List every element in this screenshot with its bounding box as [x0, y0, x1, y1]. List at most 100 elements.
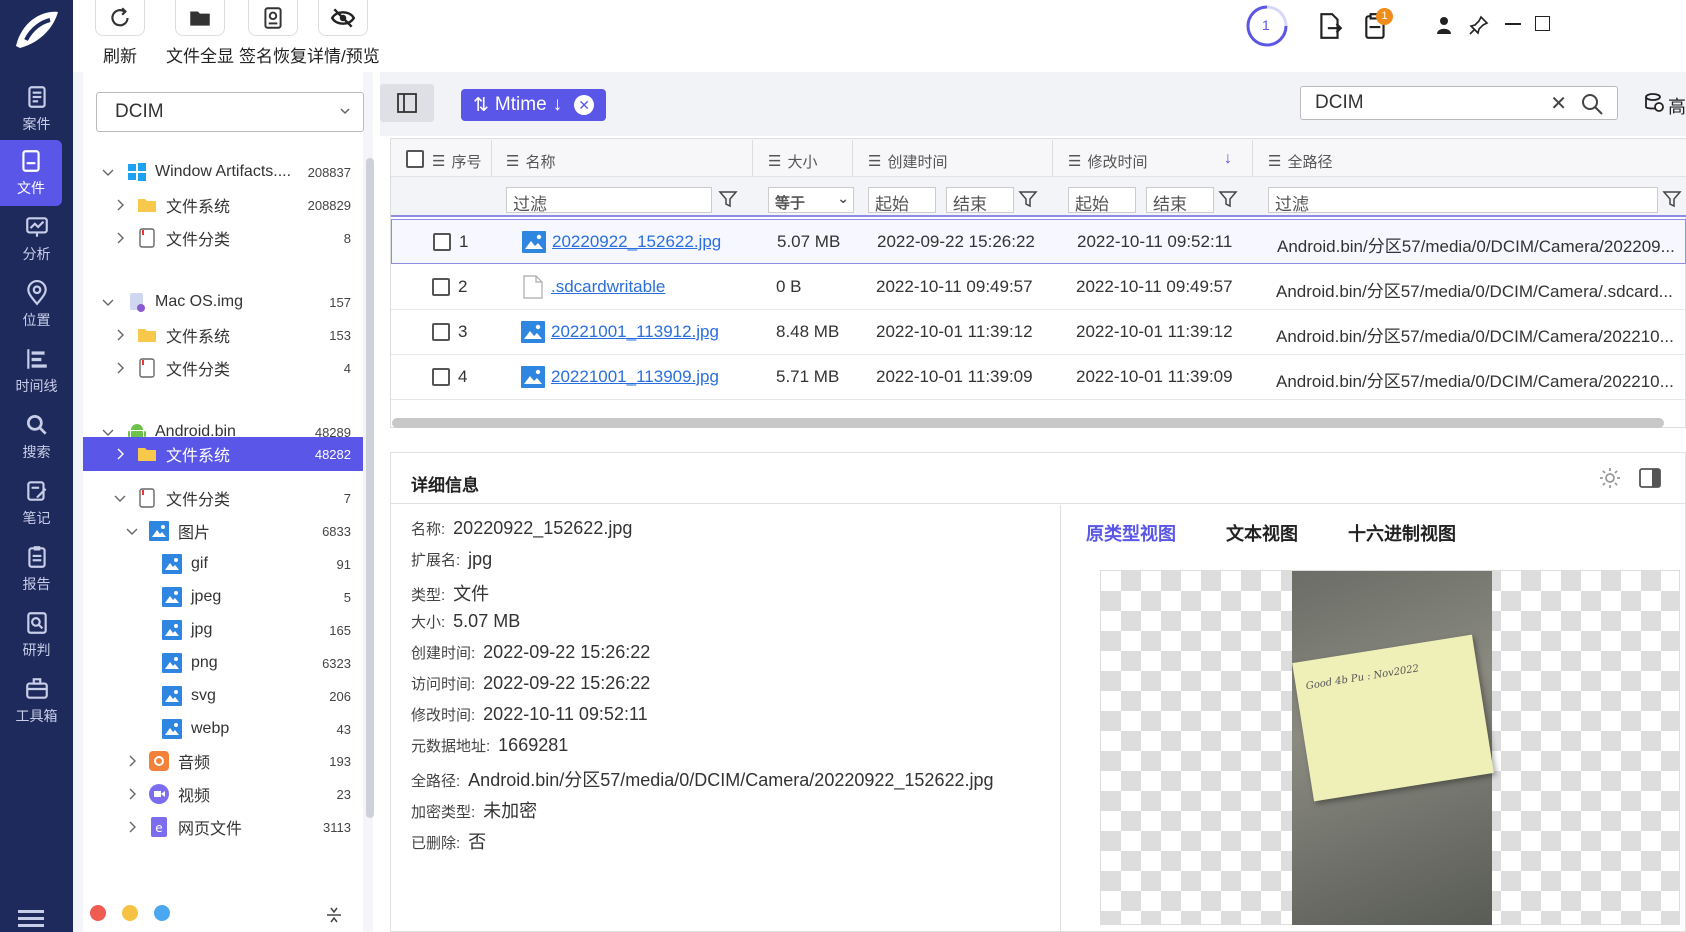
- tree-node-svg[interactable]: svg 206: [83, 679, 363, 713]
- nav-toolbox[interactable]: 工具箱: [0, 668, 73, 734]
- table-row[interactable]: 4 20221001_113909.jpg 5.71 MB 2022-10-01…: [391, 355, 1686, 400]
- tree-node-video[interactable]: 视频 23: [83, 777, 363, 811]
- tree-node-gif[interactable]: gif 91: [83, 547, 363, 581]
- col-header-created[interactable]: ☰ 创建时间: [868, 146, 947, 176]
- clear-icon[interactable]: ✕: [1550, 91, 1567, 116]
- refresh-icon: [111, 6, 129, 26]
- col-header-size[interactable]: ☰ 大小: [768, 146, 817, 176]
- row-checkbox[interactable]: [433, 233, 451, 251]
- table-horizontal-scrollbar[interactable]: [392, 418, 1664, 428]
- tree-node-file-category[interactable]: 文件分类 7: [83, 481, 363, 515]
- advanced-search-icon[interactable]: [1644, 92, 1666, 114]
- status-dot-blue: [154, 905, 170, 921]
- source-dropdown[interactable]: DCIM: [96, 92, 364, 132]
- tree-node-count: 193: [329, 753, 351, 769]
- remove-sort-icon[interactable]: ✕: [574, 95, 595, 115]
- size-operator-select[interactable]: 等于 ⌄: [768, 187, 854, 213]
- signature-recovery-button[interactable]: 签名恢复: [239, 0, 307, 67]
- select-all-checkbox[interactable]: [406, 150, 424, 168]
- nav-note[interactable]: 笔记: [0, 470, 73, 536]
- row-created: 2022-10-11 09:49:57: [876, 277, 1033, 296]
- col-header-path[interactable]: ☰ 全路径: [1268, 146, 1332, 176]
- search-input[interactable]: DCIM ✕: [1300, 86, 1618, 120]
- row-size: 8.48 MB: [776, 322, 840, 341]
- row-modified: 2022-10-11 09:52:11: [1077, 232, 1233, 251]
- show-all-files-button[interactable]: 文件全显: [166, 0, 234, 67]
- refresh-button[interactable]: 刷新: [95, 0, 145, 67]
- nav-report[interactable]: 报告: [0, 536, 73, 602]
- row-name-link[interactable]: 20221001_113912.jpg: [551, 322, 719, 342]
- tree-node-web-files[interactable]: e 网页文件 3113: [83, 810, 363, 844]
- col-header-name[interactable]: ☰ 名称: [506, 146, 555, 176]
- tree-node-label: 文件分类: [166, 492, 231, 509]
- created-start-input[interactable]: 起始: [868, 187, 936, 214]
- path-filter-input[interactable]: 过滤: [1268, 187, 1658, 214]
- maximize-button[interactable]: [1535, 16, 1550, 31]
- row-name-link[interactable]: .sdcardwritable: [551, 277, 665, 297]
- nav-analysis[interactable]: 分析: [0, 206, 73, 272]
- col-header-modified[interactable]: ☰ 修改时间: [1068, 146, 1147, 176]
- tree-node-file-category[interactable]: 文件分类 4: [83, 351, 363, 385]
- row-name-link[interactable]: 20221001_113909.jpg: [551, 367, 719, 387]
- table-row[interactable]: 1 20220922_152622.jpg 5.07 MB 2022-09-22…: [391, 219, 1686, 264]
- pin-icon[interactable]: [1469, 15, 1489, 35]
- collapse-icon[interactable]: [326, 906, 342, 924]
- nav-case[interactable]: 案件: [0, 76, 73, 142]
- chevron-down-icon: [126, 528, 138, 535]
- detail-preview-button[interactable]: 详情/预览: [307, 0, 380, 67]
- modified-end-input[interactable]: 结束: [1146, 187, 1214, 214]
- table-row[interactable]: 3 20221001_113912.jpg 8.48 MB 2022-10-01…: [391, 310, 1686, 355]
- search-icon[interactable]: [1581, 93, 1603, 115]
- tree-node-jpeg[interactable]: jpeg 5: [83, 580, 363, 614]
- nav-file[interactable]: 文件: [0, 140, 62, 206]
- tree-node-count: 6323: [322, 655, 351, 671]
- tab-hex-view[interactable]: 十六进制视图: [1348, 520, 1456, 546]
- col-header-index[interactable]: ☰ 序号: [432, 146, 481, 176]
- tree-node-file-category[interactable]: 文件分类 8: [83, 221, 363, 255]
- name-filter-input[interactable]: 过滤: [506, 187, 712, 214]
- sort-chip[interactable]: ⇅ Mtime ↓ ✕: [461, 89, 607, 121]
- row-checkbox[interactable]: [432, 368, 450, 386]
- gear-icon[interactable]: [1598, 466, 1622, 490]
- tree-node-windows-artifacts[interactable]: Window Artifacts.... 208837: [83, 155, 363, 189]
- nav-search[interactable]: 搜索: [0, 404, 73, 470]
- table-row[interactable]: 2 .sdcardwritable 0 B 2022-10-11 09:49:5…: [391, 265, 1686, 310]
- tab-text-view[interactable]: 文本视图: [1226, 520, 1298, 546]
- tree-node-macos[interactable]: Mac OS.img 157: [83, 285, 363, 319]
- tree-node-count: 23: [336, 786, 351, 802]
- tree-node-label: 图片: [178, 525, 211, 542]
- tree-node-jpg[interactable]: jpg 165: [83, 613, 363, 647]
- filter-icon[interactable]: [1662, 189, 1682, 209]
- tree-node-png[interactable]: png 6323: [83, 646, 363, 680]
- filter-icon[interactable]: [718, 189, 738, 209]
- nav-judge[interactable]: 研判: [0, 602, 73, 668]
- row-name-link[interactable]: 20220922_152622.jpg: [552, 232, 721, 252]
- panel-toggle-icon[interactable]: [1638, 466, 1662, 490]
- row-checkbox[interactable]: [432, 278, 450, 296]
- view-toggle-button[interactable]: [380, 84, 434, 122]
- detail-field-deleted: 已删除: 否: [411, 832, 487, 852]
- row-checkbox[interactable]: [432, 323, 450, 341]
- tree-node-filesystem-selected[interactable]: 文件系统 48282: [83, 437, 363, 471]
- tree-node-images[interactable]: 图片 6833: [83, 514, 363, 548]
- minimize-button[interactable]: [1505, 23, 1521, 25]
- user-icon[interactable]: [1436, 16, 1452, 34]
- tree-node-filesystem[interactable]: 文件系统 208829: [83, 188, 363, 222]
- filter-icon[interactable]: [1018, 189, 1038, 209]
- tree-node-count: 5: [343, 589, 351, 605]
- created-end-input[interactable]: 结束: [946, 187, 1014, 214]
- nav-timeline[interactable]: 时间线: [0, 338, 73, 404]
- export-icon[interactable]: [1317, 12, 1343, 40]
- tab-native-view[interactable]: 原类型视图: [1086, 520, 1176, 546]
- filter-icon[interactable]: [1218, 189, 1238, 209]
- menu-icon[interactable]: [18, 908, 44, 928]
- tree-node-filesystem[interactable]: 文件系统 153: [83, 318, 363, 352]
- tree-node-webp[interactable]: webp 43: [83, 712, 363, 746]
- tree-scrollbar[interactable]: [366, 158, 374, 818]
- file-icon: [22, 150, 40, 172]
- nav-label: 笔记: [22, 510, 51, 526]
- modified-start-input[interactable]: 起始: [1068, 187, 1136, 214]
- sort-desc-icon[interactable]: ↓: [1224, 150, 1232, 168]
- tree-node-audio[interactable]: 音频 193: [83, 744, 363, 778]
- nav-location[interactable]: 位置: [0, 272, 73, 338]
